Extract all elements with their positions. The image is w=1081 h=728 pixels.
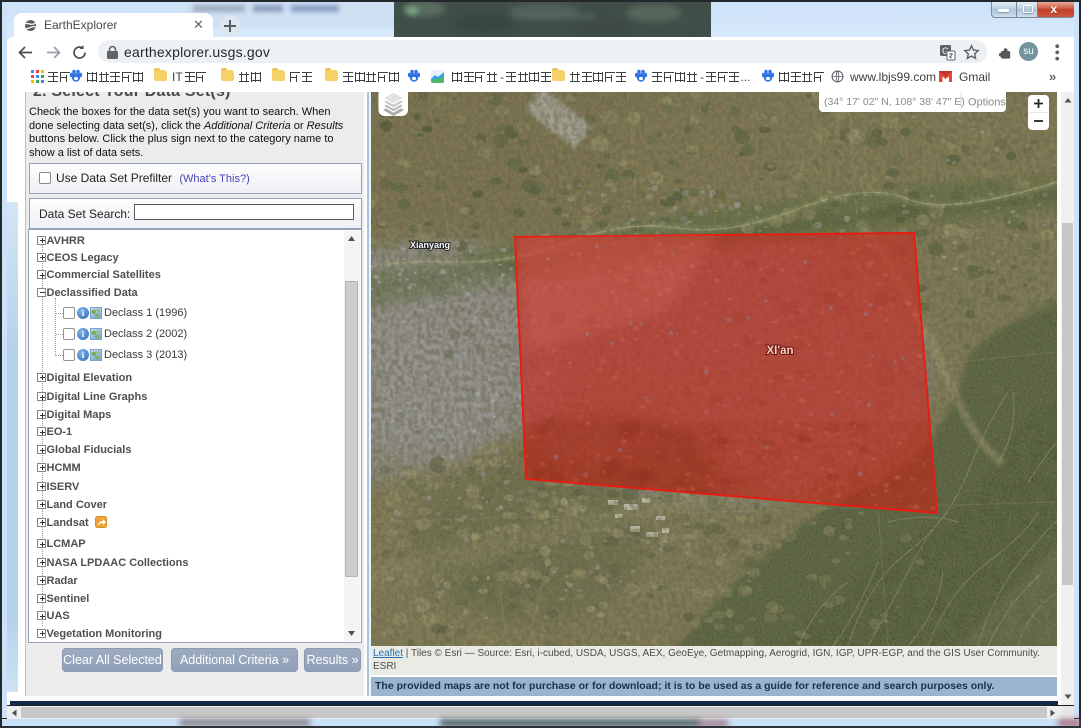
svg-text:Options: Options (968, 97, 1006, 109)
svg-text:(34° 17' 02" N, 108° 38' 47" E: (34° 17' 02" N, 108° 38' 47" E) (824, 96, 965, 108)
svg-text:XI'an: XI'an (766, 345, 793, 357)
svg-text:Xianyang: Xianyang (410, 240, 450, 250)
